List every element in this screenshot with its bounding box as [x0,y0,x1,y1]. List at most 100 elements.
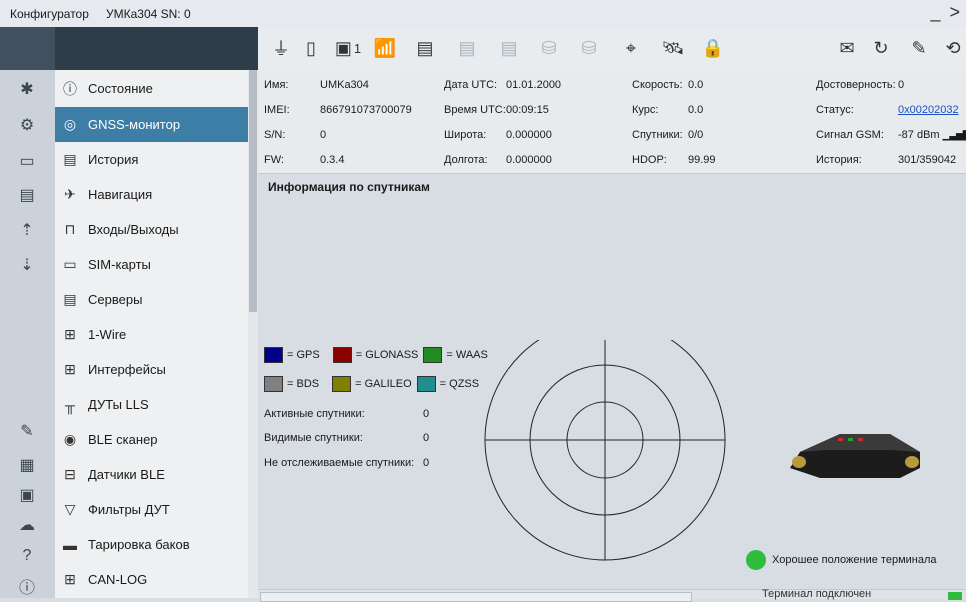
menu-item-label: GNSS-монитор [88,117,181,132]
menu-item-label: Навигация [88,187,153,202]
menu-item-label: Состояние [88,81,153,96]
waas-swatch [423,347,443,363]
gsm-signal-value: -87 dBm ▁▃▅▇ [898,129,966,141]
upload-icon[interactable]: ⇡ [12,217,42,243]
latitude-value: 0.000000 [506,129,552,141]
date-value: 01.01.2000 [506,79,562,91]
database-refresh-icon[interactable]: ⛁ [534,33,564,63]
download-icon[interactable]: ⇣ [12,252,42,278]
icon-bar: ✱ ⚙ ▭ ▤ ⇡ ⇣ ✎ ▦ ▣ ☁ ? ⓘ [0,70,56,598]
satellite-icon[interactable]: 🛰 [658,33,688,63]
menu-item-ble-sensors[interactable]: ⊟ Датчики BLE [55,457,248,492]
location-off-icon[interactable]: ⌖ [616,33,646,63]
menu-item-1-wire[interactable]: ⊞ 1-Wire [55,317,248,352]
status-link[interactable]: 0x00202032 [898,104,959,116]
menu-item-label: Фильтры ДУТ [88,502,170,517]
grid-icon[interactable]: ▦ [12,452,42,478]
edit-icon[interactable]: ✎ [12,418,42,444]
status-input[interactable] [260,592,692,602]
validity-label: Достоверность: [816,79,896,91]
sidebar-header-accent [0,27,55,70]
longitude-label: Долгота: [444,154,488,166]
sim-card-icon[interactable]: ▣ 1 [328,33,368,63]
active-satellites-value: 0 [423,408,430,420]
lock-alert-icon[interactable]: 🔒 [698,33,728,63]
imei-value: 866791073700079 [320,104,412,116]
menu-item-can-log[interactable]: ⊞ CAN-LOG [55,562,248,597]
about-icon[interactable]: ⓘ [12,573,42,599]
history-label: История: [816,154,862,166]
fw-label: FW: [264,154,284,166]
menu-item-tank-calibration[interactable]: ▬ Тарировка баков [55,527,248,562]
can-icon[interactable]: ▣ [12,482,42,508]
course-value: 0.0 [688,104,704,116]
server-connected-icon[interactable]: ▤ [410,33,440,63]
connector-icon: ⊞ [64,571,76,587]
usb-device-icon[interactable]: ⚙ [12,112,42,138]
visible-satellites-value: 0 [423,432,430,444]
menu-item-sim-cards[interactable]: ▭ SIM-карты [55,247,248,282]
menu-item-ble-scanner[interactable]: ◉ BLE сканер [55,422,248,457]
menu-item-status[interactable]: ⓘ Состояние [55,71,248,106]
name-label: Имя: [264,79,289,91]
menu-item-label: История [88,152,139,167]
menu-item-lls-filters[interactable]: ▽ Фильтры ДУТ [55,492,248,527]
scrollbar-thumb[interactable] [249,70,257,312]
status-label: Статус: [816,104,854,116]
active-satellites-label: Активные спутники: [264,408,365,420]
envelope-icon[interactable]: ✉ [832,33,862,63]
menu-item-lls-sensors[interactable]: ╥ ДУТы LLS [55,387,248,422]
cloud-icon[interactable]: ☁ [12,512,42,538]
menu-item-label: ДУТы LLS [88,397,149,412]
io-icon: ⊓ [64,221,76,237]
untracked-satellites-value: 0 [423,457,430,469]
server-icon: ▤ [63,291,77,307]
untracked-satellites-label: Не отслеживаемые спутники: [264,457,415,469]
menu-item-gnss-monitor[interactable]: ◎ GNSS-монитор [55,107,248,142]
galileo-swatch [332,376,352,392]
satellites-title: Информация по спутникам [268,180,430,194]
gps-swatch [264,347,283,363]
sn-value: 0 [320,129,327,141]
sn-label: S/N: [264,129,286,141]
server-upload-icon[interactable]: ▤ [494,33,524,63]
menu-item-label: Входы/Выходы [88,222,179,237]
menu-item-interfaces[interactable]: ⊞ Интерфейсы [55,352,248,387]
clean-icon[interactable]: ✎ [904,33,934,63]
menu-item-servers[interactable]: ▤ Серверы [55,282,248,317]
menu-item-io[interactable]: ⊓ Входы/Выходы [55,212,248,247]
visible-satellites-label: Видимые спутники: [264,432,363,444]
gps-legend: = GPS [287,349,320,361]
connection-indicator [948,592,962,600]
save-icon[interactable]: ▤ [12,182,42,208]
satellite-icon: ✈ [64,186,76,202]
latitude-label: Широта: [444,129,487,141]
device-info-panel: Имя: UMKa304 IMEI: 866791073700079 S/N: … [258,70,966,174]
connection-status-text: Терминал подключен [762,588,872,600]
info-icon: ⓘ [63,80,77,97]
folder-icon[interactable]: ▭ [12,148,42,174]
glonass-legend: = GLONASS [355,349,419,361]
battery-icon[interactable]: ▯ [296,33,326,63]
menu-item-history[interactable]: ▤ История [55,142,248,177]
gnss-icon: ◎ [63,116,77,132]
ble-sensor-icon: ⊟ [64,466,76,482]
status-dot-icon [746,550,766,570]
menu-item-navigation[interactable]: ✈ Навигация [55,177,248,212]
update-icon[interactable]: ⟲ [938,33,966,63]
satellites-label: Спутники: [632,129,683,141]
wifi-home-icon[interactable]: 📶 [370,33,400,63]
fw-value: 0.3.4 [320,154,345,166]
help-icon[interactable]: ? [12,543,42,569]
menu-scrollbar[interactable] [248,70,258,598]
database-settings-icon[interactable]: ⛁ [574,33,604,63]
title-bar: Конфигуратор УМКа304 SN: 0 _ > [0,0,966,28]
terminal-position-text: Хорошее положение терминала [772,554,937,566]
hdop-value: 99.99 [688,154,716,166]
window-controls[interactable]: _ > [930,2,962,23]
gsm-signal-text: -87 dBm [898,129,940,141]
bluetooth-icon[interactable]: ✱ [12,76,42,102]
server-download-icon[interactable]: ▤ [452,33,482,63]
document-refresh-icon[interactable]: ↻ [866,33,896,63]
usb-plug-icon[interactable]: ⏚ [266,33,296,63]
